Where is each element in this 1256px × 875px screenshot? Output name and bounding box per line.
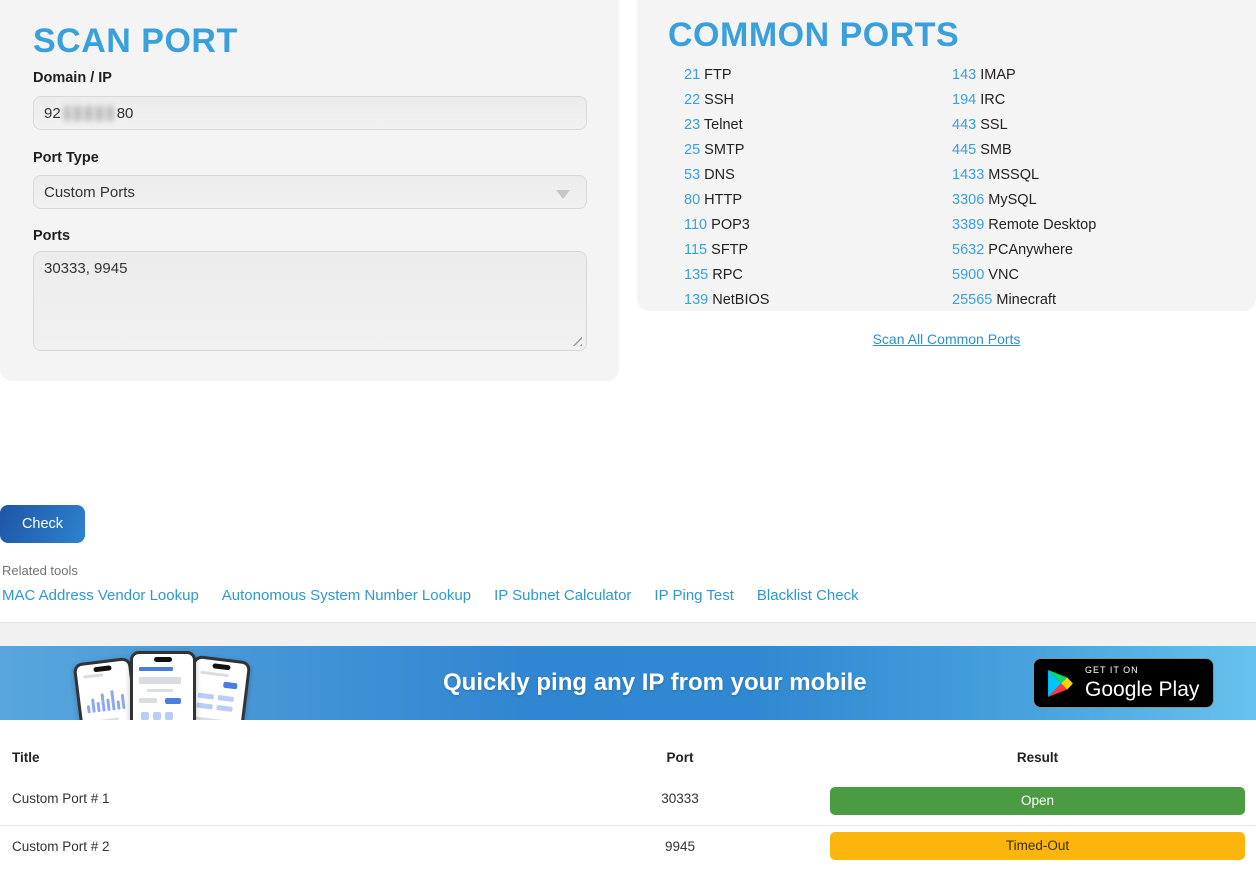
port-item: 80 HTTP [684,188,769,213]
common-ports-title: COMMON PORTS [668,16,959,55]
row-title: Custom Port # 2 [12,839,110,854]
domain-value-prefix: 92 [44,105,61,122]
domain-ip-label: Domain / IP [33,70,112,86]
port-type-label: Port Type [33,150,99,166]
port-item: 53 DNS [684,163,769,188]
link-mac-address-vendor-lookup[interactable]: MAC Address Vendor Lookup [2,587,199,604]
common-ports-column-left: 21 FTP 22 SSH 23 Telnet 25 SMTP 53 DNS 8… [684,63,769,313]
row-divider [0,825,1256,826]
scan-port-title: SCAN PORT [33,22,238,61]
section-divider-strip [0,622,1256,646]
port-type-selected-value: Custom Ports [44,184,135,201]
redacted-ip-blur [64,106,114,121]
mobile-app-banner: Quickly ping any IP from your mobile GET… [0,646,1256,720]
table-header-result: Result [830,750,1245,765]
status-badge-timed-out: Timed-Out [830,832,1245,860]
port-item: 143 IMAP [952,63,1096,88]
port-item: 445 SMB [952,138,1096,163]
port-item: 3306 MySQL [952,188,1096,213]
port-item: 110 POP3 [684,213,769,238]
ports-label: Ports [33,228,70,244]
phone-center [130,651,196,720]
google-play-get-it-on: GET IT ON [1085,666,1199,675]
link-blacklist-check[interactable]: Blacklist Check [757,587,859,604]
row-port: 30333 [600,791,760,806]
link-ip-subnet-calculator[interactable]: IP Subnet Calculator [494,587,631,604]
banner-headline: Quickly ping any IP from your mobile [443,669,867,697]
google-play-icon [1047,669,1074,698]
port-item: 21 FTP [684,63,769,88]
ports-value: 30333, 9945 [44,260,127,277]
common-ports-column-right: 143 IMAP 194 IRC 443 SSL 445 SMB 1433 MS… [952,63,1096,313]
port-item: 135 RPC [684,263,769,288]
related-tools-label: Related tools [2,563,78,578]
chevron-down-icon [556,190,570,199]
port-item: 25 SMTP [684,138,769,163]
port-item: 3389 Remote Desktop [952,213,1096,238]
domain-input[interactable]: 92 80 [33,96,587,130]
port-item: 1433 MSSQL [952,163,1096,188]
check-button[interactable]: Check [0,505,85,543]
port-item: 22 SSH [684,88,769,113]
port-item: 139 NetBIOS [684,288,769,313]
port-type-select[interactable]: Custom Ports [33,175,587,209]
port-item: 115 SFTP [684,238,769,263]
ports-textarea[interactable]: 30333, 9945 [33,251,587,351]
link-asn-lookup[interactable]: Autonomous System Number Lookup [222,587,471,604]
port-item: 5900 VNC [952,263,1096,288]
port-item: 443 SSL [952,113,1096,138]
link-ip-ping-test[interactable]: IP Ping Test [654,587,734,604]
port-item: 25565 Minecraft [952,288,1096,313]
common-ports-panel: COMMON PORTS 21 FTP 22 SSH 23 Telnet 25 … [637,0,1256,311]
domain-value-suffix: 80 [117,105,134,122]
table-header-port: Port [600,750,760,765]
status-badge-open: Open [830,787,1245,815]
port-item: 5632 PCAnywhere [952,238,1096,263]
related-tools-links: MAC Address Vendor Lookup Autonomous Sys… [2,587,859,604]
phones-illustration [72,648,272,720]
port-item: 23 Telnet [684,113,769,138]
port-item: 194 IRC [952,88,1096,113]
google-play-badge[interactable]: GET IT ON Google Play [1033,658,1214,708]
row-port: 9945 [600,839,760,854]
google-play-wordmark: Google Play [1085,679,1199,700]
table-header-title: Title [12,750,40,765]
row-title: Custom Port # 1 [12,791,110,806]
resize-handle[interactable] [570,334,582,346]
scan-all-common-ports-link[interactable]: Scan All Common Ports [873,331,1021,347]
